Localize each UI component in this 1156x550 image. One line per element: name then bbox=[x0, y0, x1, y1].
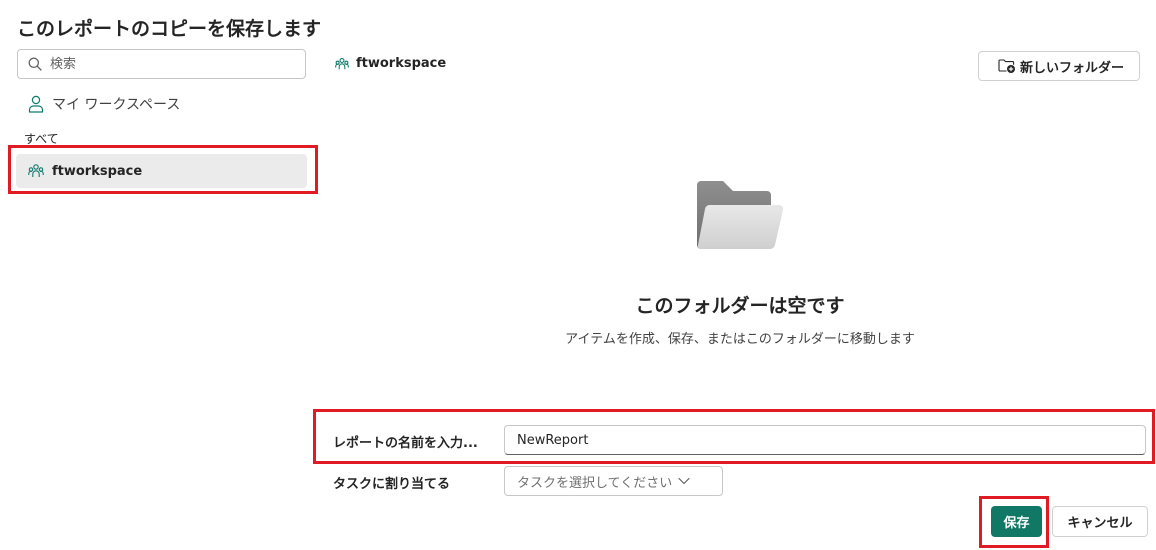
task-dropdown[interactable]: タスクを選択してください bbox=[504, 466, 723, 496]
person-icon bbox=[28, 95, 44, 113]
sidebar-item-ftworkspace[interactable]: ftworkspace bbox=[16, 154, 307, 188]
workspace-icon bbox=[335, 57, 349, 69]
search-input[interactable] bbox=[48, 55, 282, 73]
cancel-button[interactable]: キャンセル bbox=[1052, 506, 1148, 537]
report-name-input[interactable] bbox=[504, 425, 1146, 455]
task-dropdown-placeholder: タスクを選択してください bbox=[517, 475, 673, 491]
search-icon bbox=[28, 57, 42, 71]
breadcrumb: ftworkspace bbox=[335, 56, 446, 71]
my-workspace-label: マイ ワークスペース bbox=[52, 97, 181, 113]
search-box[interactable] bbox=[17, 49, 306, 79]
save-button[interactable]: 保存 bbox=[991, 506, 1042, 537]
my-workspace-item[interactable]: マイ ワークスペース bbox=[28, 94, 180, 114]
empty-folder-subtitle: アイテムを作成、保存、またはこのフォルダーに移動します bbox=[565, 332, 915, 347]
new-folder-label: 新しいフォルダー bbox=[1020, 59, 1125, 75]
folder-add-icon bbox=[998, 59, 1015, 73]
breadcrumb-label: ftworkspace bbox=[356, 56, 447, 71]
new-folder-button[interactable]: 新しいフォルダー bbox=[978, 51, 1140, 81]
empty-folder-icon bbox=[697, 181, 784, 249]
empty-folder-title: このフォルダーは空です bbox=[635, 295, 845, 317]
report-name-label: レポートの名前を入力... bbox=[333, 436, 478, 451]
chevron-down-icon bbox=[678, 477, 690, 485]
dialog-title: このレポートのコピーを保存します bbox=[17, 18, 322, 40]
workspace-icon bbox=[28, 164, 44, 177]
sidebar-item-label: ftworkspace bbox=[52, 163, 143, 179]
task-label: タスクに割り当てる bbox=[333, 477, 451, 492]
